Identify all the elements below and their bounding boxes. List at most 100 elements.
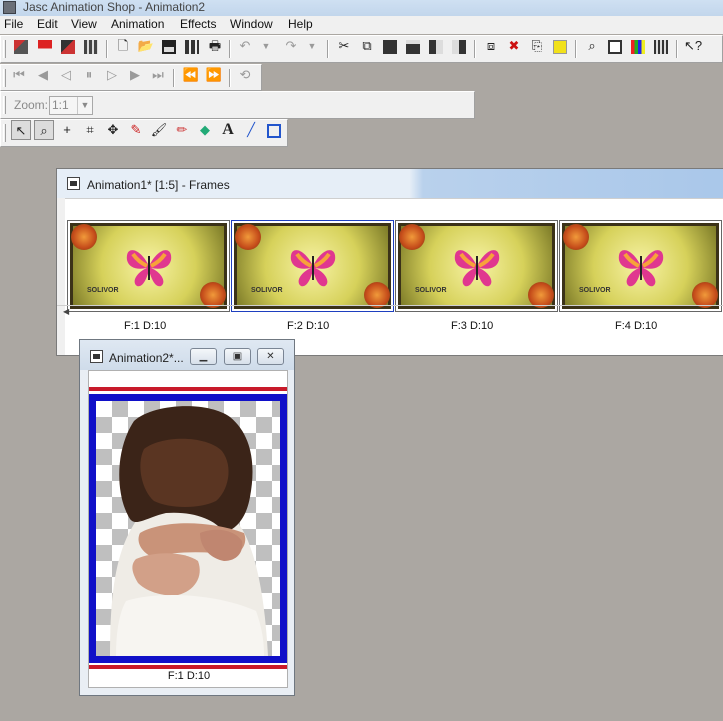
cut-button[interactable]: ✂ xyxy=(334,36,354,56)
first-frame-button[interactable]: ⏮ xyxy=(9,65,29,85)
crop-tool-button[interactable]: ⌗ xyxy=(80,120,100,140)
dropper-tool-button[interactable]: ✎ xyxy=(126,120,146,140)
undo-button[interactable]: ↶ xyxy=(235,36,255,56)
toolbar-separator xyxy=(676,40,678,58)
app-icon xyxy=(3,1,16,14)
text-tool-button[interactable]: A xyxy=(218,120,238,140)
toolbar-grip[interactable] xyxy=(3,124,6,142)
pause-button[interactable]: ⏸ xyxy=(79,65,99,85)
menu-effects[interactable]: Effects xyxy=(180,17,216,32)
frame-thumbnail-2[interactable]: SOLIVOR xyxy=(231,220,394,312)
toolbar-grip[interactable] xyxy=(3,69,6,87)
redo-dropdown[interactable]: ▼ xyxy=(302,36,322,56)
paste-after-icon xyxy=(452,39,466,54)
frame-label-3: F:3 D:10 xyxy=(451,320,494,332)
animation2-title: Animation2*... xyxy=(109,351,184,365)
toolbar-grip[interactable] xyxy=(3,96,6,114)
context-help-button[interactable]: ↖? xyxy=(683,36,703,56)
toolbar-separator xyxy=(575,40,577,58)
paste-before-button[interactable] xyxy=(426,36,446,56)
save-button[interactable] xyxy=(159,36,179,56)
frame-thumbnail-1[interactable]: SOLIVOR xyxy=(67,220,230,312)
eraser-tool-button[interactable]: ✏ xyxy=(172,120,192,140)
frame-wizard-button[interactable] xyxy=(58,36,78,56)
toolbar-separator xyxy=(474,40,476,58)
frames-window-title-bar[interactable]: Animation1* [1:5] - Frames xyxy=(57,169,723,198)
copy-button[interactable]: ⧉ xyxy=(357,36,377,56)
frame-image: SOLIVOR xyxy=(562,223,719,309)
play-forward-button[interactable]: ▷ xyxy=(102,65,122,85)
menu-window[interactable]: Window xyxy=(230,17,273,32)
maximize-button[interactable]: ▣ xyxy=(224,348,251,365)
watermark-text: SOLIVOR xyxy=(415,287,447,294)
new-button[interactable]: 🗋 xyxy=(113,36,133,56)
film-icon xyxy=(84,39,98,54)
minimize-button[interactable]: ▁ xyxy=(190,348,217,365)
frame-thumbnail-4[interactable]: SOLIVOR xyxy=(559,220,722,312)
frame-properties-button[interactable] xyxy=(182,36,202,56)
open-button[interactable]: 📂 xyxy=(136,36,156,56)
print-button[interactable]: 🖶 xyxy=(205,36,225,56)
line-tool-button[interactable]: ╱ xyxy=(241,120,261,140)
frame-view-button[interactable] xyxy=(605,36,625,56)
refresh-button[interactable]: ⟲ xyxy=(235,65,255,85)
delete-button[interactable]: ✖ xyxy=(504,36,524,56)
next-frame-button[interactable]: ▶ xyxy=(125,65,145,85)
chevron-down-icon[interactable]: ▼ xyxy=(77,97,92,114)
zoom-tool-icon[interactable]: ⌕ xyxy=(34,120,54,140)
frame-label-2: F:2 D:10 xyxy=(287,320,330,332)
shape-tool-button[interactable] xyxy=(264,120,284,140)
zoom-select[interactable]: 1:1 ▼ xyxy=(49,96,93,115)
flag-icon xyxy=(38,39,52,54)
toolbar-separator xyxy=(173,69,175,87)
highlight-button[interactable] xyxy=(550,36,570,56)
menu-edit[interactable]: Edit xyxy=(37,17,58,32)
paste-after-button[interactable] xyxy=(449,36,469,56)
watermark-text: SOLIVOR xyxy=(251,287,283,294)
transparent-checkerboard xyxy=(89,394,287,663)
step-back-button[interactable]: ⏪ xyxy=(181,65,201,85)
undo-dropdown[interactable]: ▼ xyxy=(256,36,276,56)
animation-doc-icon xyxy=(90,350,103,363)
frame-image: SOLIVOR xyxy=(234,223,391,309)
previous-frame-button[interactable]: ◀ xyxy=(33,65,53,85)
film-strip-button[interactable] xyxy=(81,36,101,56)
watermark-text: SOLIVOR xyxy=(579,287,611,294)
paste-new-button[interactable] xyxy=(403,36,423,56)
animation2-title-bar[interactable]: Animation2*... ▁ ▣ ✕ xyxy=(80,340,294,370)
paste-button[interactable] xyxy=(380,36,400,56)
toolbar-separator xyxy=(229,40,231,58)
last-frame-button[interactable]: ⏭ xyxy=(148,65,168,85)
frames-scrollbar[interactable]: ◀ xyxy=(57,305,723,319)
play-backward-button[interactable]: ◁ xyxy=(56,65,76,85)
duplicate-button[interactable]: ⧈ xyxy=(481,36,501,56)
toolbar-separator xyxy=(106,40,108,58)
crosshair-tool-button[interactable]: + xyxy=(57,120,77,140)
flower-decoration xyxy=(563,224,589,250)
menu-view[interactable]: View xyxy=(71,17,97,32)
mover-tool-button[interactable]: ✥ xyxy=(103,120,123,140)
frame-thumbnail-3[interactable]: SOLIVOR xyxy=(395,220,558,312)
tools-toolbar: ↖ ⌕ + ⌗ ✥ ✎ 🖌 ✏ ◆ A ╱ xyxy=(0,119,288,147)
menu-file[interactable]: File xyxy=(4,17,23,32)
banner-wizard-button[interactable] xyxy=(35,36,55,56)
scroll-left-icon[interactable]: ◀ xyxy=(63,307,69,316)
menu-help[interactable]: Help xyxy=(288,17,313,32)
color-palette-button[interactable] xyxy=(628,36,648,56)
paintbrush-tool-button[interactable]: 🖌 xyxy=(149,120,169,140)
arrow-tool-button[interactable]: ↖ xyxy=(11,120,31,140)
grid-view-button[interactable] xyxy=(651,36,671,56)
toolbar-grip[interactable] xyxy=(3,40,6,58)
zoom-tool-button[interactable]: ⌕ xyxy=(582,36,602,56)
step-forward-button[interactable]: ⏩ xyxy=(204,65,224,85)
close-button[interactable]: ✕ xyxy=(257,348,284,365)
flood-fill-tool-button[interactable]: ◆ xyxy=(195,120,215,140)
menu-animation[interactable]: Animation xyxy=(111,17,164,32)
playback-toolbar: ⏮ ◀ ◁ ⏸ ▷ ▶ ⏭ ⏪ ⏩ ⟲ xyxy=(0,64,262,91)
redo-button[interactable]: ↷ xyxy=(281,36,301,56)
animation-wizard-button[interactable] xyxy=(11,36,31,56)
frame-canvas[interactable] xyxy=(89,387,287,669)
watermark-text: SOLIVOR xyxy=(87,287,119,294)
insert-frames-button[interactable]: ⎘ xyxy=(527,36,547,56)
main-toolbar: 🗋 📂 🖶 ↶ ▼ ↷ ▼ ✂ ⧉ ⧈ ✖ ⎘ ⌕ ↖? xyxy=(0,35,723,63)
